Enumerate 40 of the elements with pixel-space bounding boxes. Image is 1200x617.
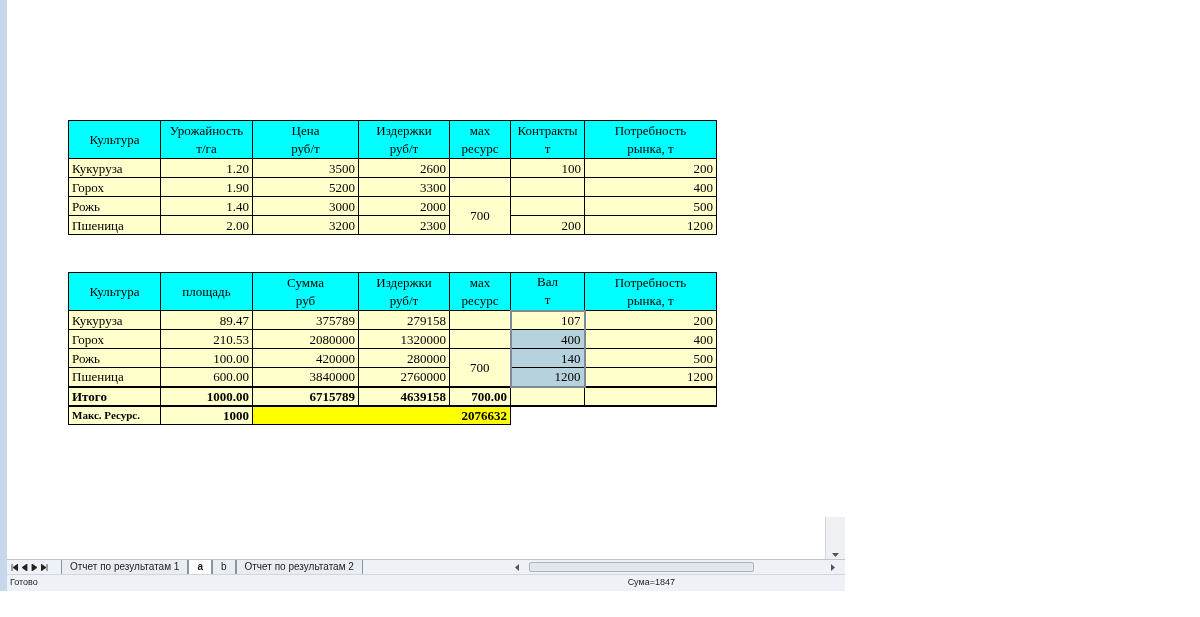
- table-cell: 107: [510, 310, 585, 330]
- column-header: Потребность рынка, т: [584, 272, 717, 311]
- column-header: Контракты т: [510, 120, 585, 159]
- row-label: Итого: [68, 386, 161, 406]
- row-label: Макс. Ресурс.: [68, 405, 161, 425]
- column-header: Вал т: [510, 272, 585, 311]
- column-header: Культура: [68, 120, 161, 159]
- table-cell: 700: [449, 348, 511, 387]
- column-header: Урожайность т/га: [160, 120, 253, 159]
- sheet-tab[interactable]: Отчет по результатам 1: [61, 560, 189, 574]
- column-header: Культура: [68, 272, 161, 311]
- table-cell: 6715789: [252, 386, 359, 406]
- status-text: Готово: [10, 576, 38, 590]
- scroll-right-icon[interactable]: [831, 563, 835, 571]
- column-header: мах ресурс: [449, 272, 511, 311]
- scroll-left-icon[interactable]: [515, 563, 519, 571]
- last-sheet-icon[interactable]: [41, 563, 48, 571]
- column-header: Потребность рынка, т: [584, 120, 717, 159]
- sheet-tab[interactable]: Отчет по результатам 2: [235, 560, 363, 574]
- column-header: мах ресурс: [449, 120, 511, 159]
- first-sheet-icon[interactable]: [11, 563, 18, 571]
- column-header: Сумма руб: [252, 272, 359, 311]
- vertical-scrollbar[interactable]: [825, 517, 845, 559]
- scroll-down-icon[interactable]: [832, 553, 839, 557]
- table-cell: 4639158: [358, 386, 450, 406]
- sheet-tab[interactable]: b: [211, 560, 236, 574]
- table-cell: 2076632: [252, 405, 511, 425]
- column-header: Издержки руб/т: [358, 272, 450, 311]
- table-cell: 1000.00: [160, 386, 253, 406]
- column-header: площадь: [160, 272, 253, 311]
- sheet-tab[interactable]: a: [188, 560, 212, 574]
- table-cell: 1000: [160, 405, 253, 425]
- scroll-thumb[interactable]: [529, 562, 754, 572]
- sum-readout: Сума=1847: [627, 576, 675, 590]
- next-sheet-icon[interactable]: [31, 563, 38, 571]
- column-header: Издержки руб/т: [358, 120, 450, 159]
- table-cell: 700.00: [449, 386, 511, 406]
- column-header: Цена руб/т: [252, 120, 359, 159]
- previous-sheet-icon[interactable]: [21, 563, 28, 571]
- table-cell: 700: [449, 196, 511, 235]
